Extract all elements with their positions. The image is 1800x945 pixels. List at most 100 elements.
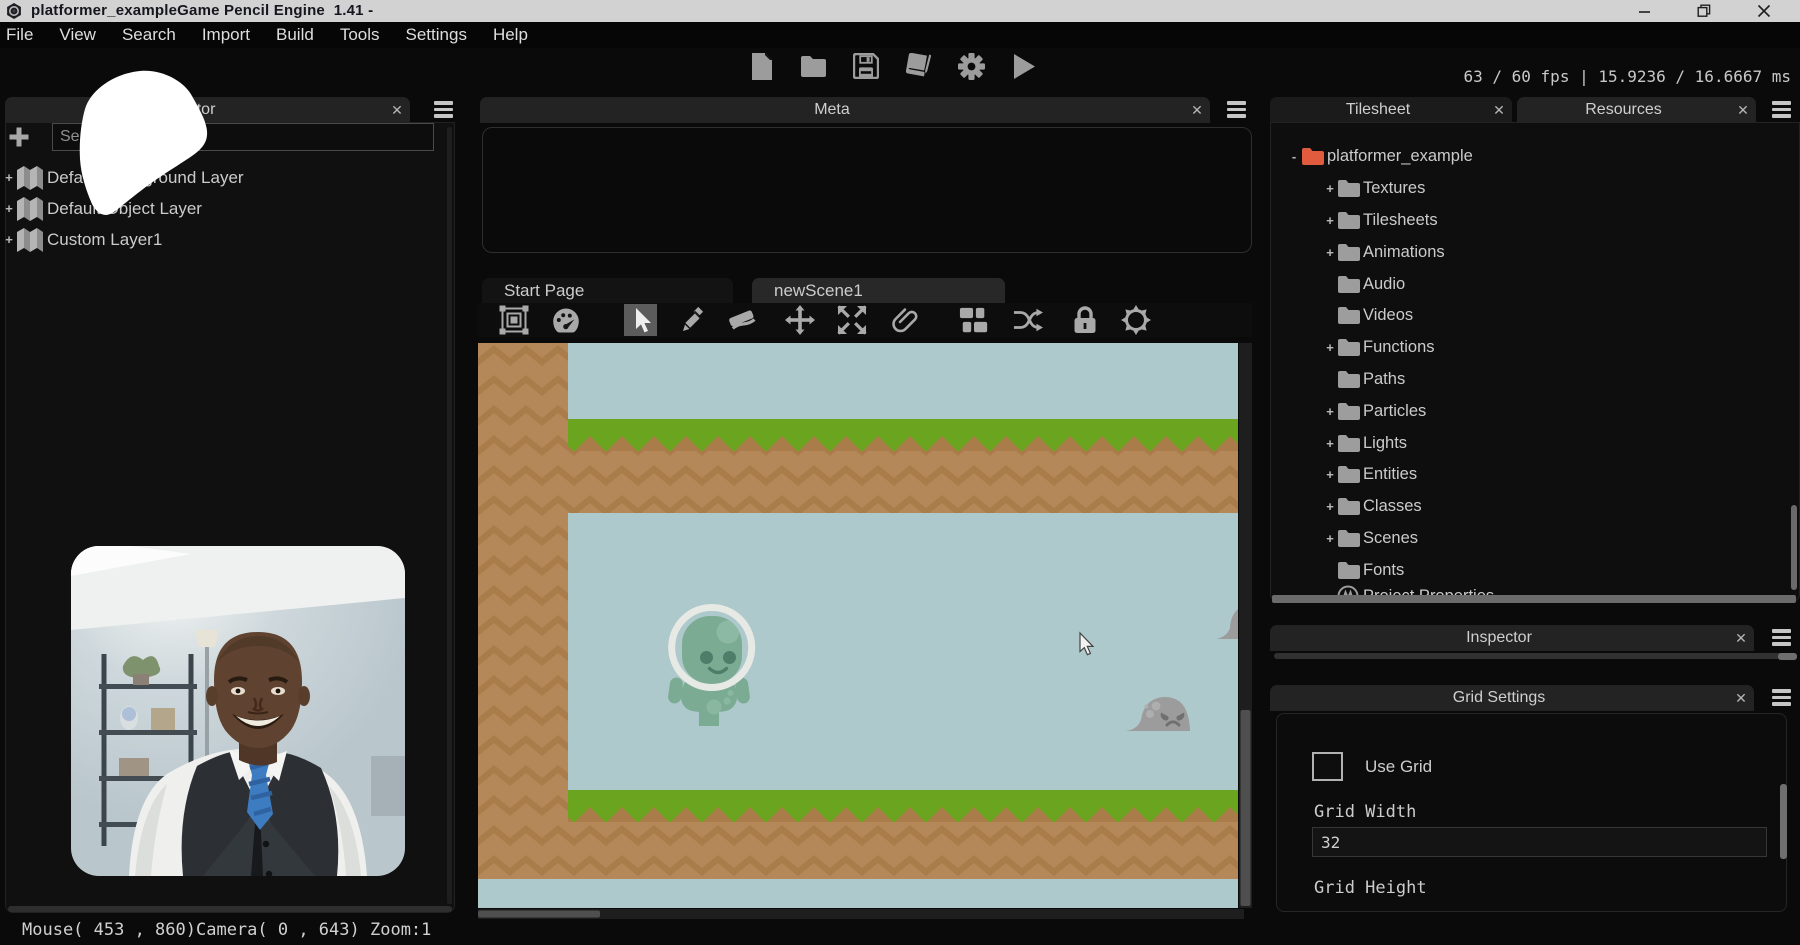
resource-row-textures[interactable]: + Textures xyxy=(1271,173,1799,205)
editor-close-icon[interactable]: ✕ xyxy=(384,102,410,119)
restore-button[interactable] xyxy=(1684,0,1724,22)
menu-help[interactable]: Help xyxy=(493,25,528,45)
resource-label: Videos xyxy=(1363,306,1413,325)
scene-canvas[interactable] xyxy=(478,343,1252,919)
inspector-hscrollbar[interactable] xyxy=(1274,653,1797,659)
fps-counter: 63 / 60 fps | 15.9236 / 16.6667 ms xyxy=(1463,67,1791,86)
resource-row-paths[interactable]: Paths xyxy=(1271,364,1799,396)
scene-tool-transform-icon[interactable] xyxy=(499,305,529,335)
resources-menu-icon[interactable] xyxy=(1772,101,1791,118)
resource-row-particles[interactable]: + Particles xyxy=(1271,395,1799,427)
tab-meta[interactable]: Meta ✕ xyxy=(480,97,1210,123)
meta-panel-title: Meta xyxy=(480,101,1184,119)
minimize-button[interactable] xyxy=(1624,0,1664,22)
scene-tool-shuffle-icon[interactable] xyxy=(1013,305,1043,335)
menu-build[interactable]: Build xyxy=(276,25,314,45)
documentation-icon[interactable] xyxy=(901,49,935,83)
tab-tilesheet[interactable]: Tilesheet ✕ xyxy=(1270,97,1512,123)
editor-menu-icon[interactable] xyxy=(434,101,453,118)
tab-new-scene[interactable]: newScene1 xyxy=(752,278,1005,303)
layer-map-icon xyxy=(16,227,44,253)
resource-label: Entities xyxy=(1363,465,1417,484)
scene-tool-lock-icon[interactable] xyxy=(1070,305,1100,335)
scene-tool-eraser-icon[interactable] xyxy=(727,305,757,335)
scene-tool-attach-icon[interactable] xyxy=(891,305,921,335)
meta-panel-body xyxy=(482,127,1252,253)
resource-row-functions[interactable]: + Functions xyxy=(1271,332,1799,364)
tab-resources[interactable]: Resources ✕ xyxy=(1517,97,1756,123)
grid-width-input[interactable]: 32 xyxy=(1312,827,1767,857)
add-layer-button[interactable] xyxy=(8,126,32,150)
use-grid-checkbox[interactable] xyxy=(1312,752,1343,781)
scene-tool-pencil-icon[interactable] xyxy=(679,305,709,335)
resource-row-entities[interactable]: + Entities xyxy=(1271,459,1799,491)
folder-icon xyxy=(1337,242,1361,263)
resource-row-classes[interactable]: + Classes xyxy=(1271,491,1799,523)
resources-hscrollbar[interactable] xyxy=(1272,595,1796,603)
save-icon[interactable] xyxy=(849,49,883,83)
status-bar: Mouse( 453 , 860)Camera( 0 , 643) Zoom:1 xyxy=(22,920,431,940)
resource-expander[interactable]: + xyxy=(1323,531,1337,546)
menu-settings[interactable]: Settings xyxy=(406,25,467,45)
settings-gear-icon[interactable] xyxy=(954,49,988,83)
resource-expander[interactable]: + xyxy=(1323,181,1337,196)
scene-tool-scale-icon[interactable] xyxy=(837,305,867,335)
editor-vscrollbar[interactable] xyxy=(447,127,452,904)
tab-start-page[interactable]: Start Page xyxy=(482,278,733,303)
resource-row-scenes[interactable]: + Scenes xyxy=(1271,523,1799,555)
scene-tool-rotate-icon[interactable] xyxy=(1121,305,1151,335)
scene-tool-tiles-icon[interactable] xyxy=(959,305,989,335)
resource-expander[interactable]: + xyxy=(1323,404,1337,419)
resource-expander[interactable]: + xyxy=(1323,245,1337,260)
resources-close-icon[interactable]: ✕ xyxy=(1730,102,1756,119)
webcam-overlay xyxy=(71,546,405,876)
tilesheet-close-icon[interactable]: ✕ xyxy=(1486,102,1512,119)
resource-expander[interactable]: + xyxy=(1323,499,1337,514)
menu-view[interactable]: View xyxy=(59,25,96,45)
editor-hscrollbar[interactable] xyxy=(8,906,452,912)
close-button[interactable] xyxy=(1744,0,1784,22)
menu-tools[interactable]: Tools xyxy=(340,25,380,45)
inspector-close-icon[interactable]: ✕ xyxy=(1728,630,1754,647)
menu-file[interactable]: File xyxy=(6,25,33,45)
play-icon[interactable] xyxy=(1007,49,1041,83)
resource-expander[interactable]: - xyxy=(1287,149,1301,164)
resource-row-videos[interactable]: Videos xyxy=(1271,300,1799,332)
folder-icon xyxy=(1337,433,1361,454)
resource-row-lights[interactable]: + Lights xyxy=(1271,427,1799,459)
scene-tool-gauge-icon[interactable] xyxy=(551,305,581,335)
scene-tool-cursor-active[interactable] xyxy=(624,304,657,336)
resource-row-animations[interactable]: + Animations xyxy=(1271,236,1799,268)
resource-row-audio[interactable]: Audio xyxy=(1271,268,1799,300)
resource-expander[interactable]: + xyxy=(1323,213,1337,228)
meta-close-icon[interactable]: ✕ xyxy=(1184,102,1210,119)
scene-tool-move-icon[interactable] xyxy=(785,305,815,335)
menu-import[interactable]: Import xyxy=(202,25,250,45)
tab-grid-settings[interactable]: Grid Settings ✕ xyxy=(1270,685,1754,711)
folder-icon xyxy=(1337,274,1361,295)
resource-expander[interactable]: + xyxy=(1323,467,1337,482)
grid-settings-vscrollbar[interactable] xyxy=(1780,784,1787,859)
layer-expander[interactable]: + xyxy=(2,170,16,185)
meta-menu-icon[interactable] xyxy=(1227,101,1246,118)
new-file-icon[interactable] xyxy=(744,49,778,83)
grid-settings-menu-icon[interactable] xyxy=(1772,689,1791,706)
inspector-menu-icon[interactable] xyxy=(1772,629,1791,646)
tab-inspector[interactable]: Inspector ✕ xyxy=(1270,625,1754,651)
new-scene-tab-label: newScene1 xyxy=(774,281,863,301)
open-project-icon[interactable] xyxy=(796,49,830,83)
window-title: platformer_exampleGame Pencil Engine 1.4… xyxy=(31,2,373,19)
resources-vscrollbar[interactable] xyxy=(1791,505,1797,590)
layer-expander[interactable]: + xyxy=(2,232,16,247)
menu-search[interactable]: Search xyxy=(122,25,176,45)
grid-settings-close-icon[interactable]: ✕ xyxy=(1728,690,1754,707)
resource-label: Fonts xyxy=(1363,561,1404,580)
resource-root-row[interactable]: - platformer_example xyxy=(1271,141,1799,173)
resource-label: Scenes xyxy=(1363,529,1418,548)
folder-icon xyxy=(1337,337,1361,358)
resource-row-tilesheets[interactable]: + Tilesheets xyxy=(1271,205,1799,237)
resource-expander[interactable]: + xyxy=(1323,340,1337,355)
resource-expander[interactable]: + xyxy=(1323,436,1337,451)
layer-expander[interactable]: + xyxy=(2,201,16,216)
application-window: platformer_exampleGame Pencil Engine 1.4… xyxy=(0,0,1800,945)
